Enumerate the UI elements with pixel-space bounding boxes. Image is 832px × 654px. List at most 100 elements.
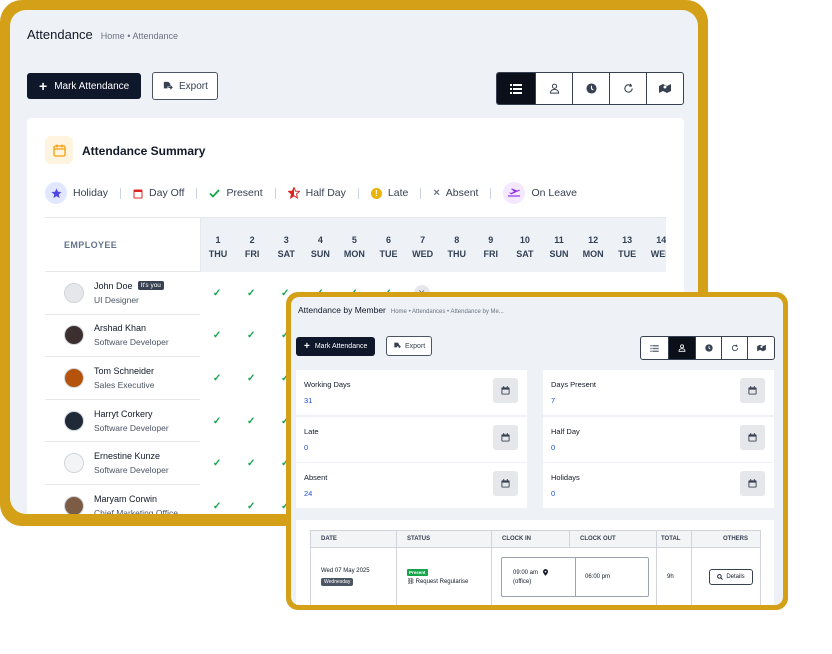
- plus-icon: +: [39, 78, 48, 94]
- clock-view-button[interactable]: [695, 337, 721, 359]
- employee-row[interactable]: Arshad Khan Software Developer: [45, 315, 200, 358]
- day-header: 7 WED: [406, 218, 440, 272]
- employee-name[interactable]: Arshad Khan: [94, 323, 146, 333]
- divider: [274, 187, 276, 199]
- calendar-icon: [740, 471, 765, 496]
- employee-row[interactable]: John Doe It's you UI Designer: [45, 272, 200, 315]
- others-cell: Details: [692, 548, 760, 605]
- present-check-icon[interactable]: ✓: [234, 501, 268, 512]
- history-view-button[interactable]: [721, 337, 747, 359]
- map-icon: [659, 84, 671, 93]
- employee-name[interactable]: Ernestine Kunze: [94, 451, 160, 461]
- employee-role: Software Developer: [94, 422, 169, 433]
- day-number: 4: [317, 235, 323, 245]
- weekday-badge: Wednesday: [321, 578, 354, 586]
- front-export-button[interactable]: Export: [386, 336, 433, 356]
- day-weekday: MON: [582, 249, 604, 259]
- present-check-icon[interactable]: ✓: [200, 416, 234, 427]
- clock-in-box: 09:00 am (office): [502, 558, 576, 596]
- clock-view-button[interactable]: [572, 73, 609, 104]
- day-weekday: TUE: [618, 249, 637, 259]
- employee-role: Sales Executive: [94, 379, 155, 390]
- refresh-icon: [731, 344, 738, 352]
- legend: Holiday Day Off Present Half Day ! Late: [45, 182, 577, 204]
- clock-out-box: 06:00 pm: [576, 558, 610, 596]
- legend-day-off: Day Off: [133, 187, 184, 199]
- divider: [420, 187, 422, 199]
- day-number: 5: [351, 235, 357, 245]
- present-check-icon[interactable]: ✓: [200, 288, 234, 299]
- list-view-button[interactable]: [497, 73, 535, 104]
- employee-info: John Doe It's you UI Designer: [94, 281, 164, 305]
- clock-box: 09:00 am (office) 06:00 pm: [501, 557, 649, 597]
- calendar-icon: [740, 378, 765, 403]
- day-header: 2 FRI: [235, 218, 269, 272]
- member-view-button[interactable]: [668, 337, 695, 359]
- history-view-button[interactable]: [609, 73, 646, 104]
- employee-name[interactable]: Harryt Corkery: [94, 409, 153, 419]
- export-button[interactable]: Export: [152, 72, 218, 100]
- present-check-icon[interactable]: ✓: [200, 458, 234, 469]
- plane-icon: [503, 182, 526, 204]
- status-cell: Present ⛓ Request Regularise: [397, 548, 492, 605]
- employee-row[interactable]: Ernestine Kunze Software Developer: [45, 442, 200, 485]
- employee-row[interactable]: Harryt Corkery Software Developer: [45, 400, 200, 443]
- col-clock-in-header: CLOCK IN: [492, 531, 570, 547]
- front-breadcrumb[interactable]: Home • Attendances • Attendance by Me...: [391, 309, 504, 315]
- map-view-button[interactable]: [747, 337, 774, 359]
- export-label: Export: [179, 80, 208, 92]
- employee-row[interactable]: Tom Schneider Sales Executive: [45, 357, 200, 400]
- request-regularise-link[interactable]: ⛓ Request Regularise: [407, 578, 469, 586]
- front-mark-attendance-button[interactable]: + Mark Attendance: [296, 337, 376, 356]
- present-check-icon[interactable]: ✓: [234, 330, 268, 341]
- avatar: [64, 410, 84, 431]
- front-view-switcher: [640, 336, 775, 360]
- day-number: 14: [656, 235, 666, 245]
- legend-label: Late: [387, 187, 409, 199]
- member-view-button[interactable]: [535, 73, 572, 104]
- present-check-icon[interactable]: ✓: [234, 373, 268, 384]
- present-check-icon[interactable]: ✓: [234, 416, 268, 427]
- day-weekday: THU: [447, 249, 466, 259]
- day-weekday: FRI: [244, 249, 260, 259]
- employee-name[interactable]: John Doe: [94, 281, 133, 291]
- user-icon: [549, 83, 559, 94]
- list-icon: [650, 344, 659, 352]
- present-check-icon[interactable]: ✓: [200, 330, 234, 341]
- stat-card: Late 0: [296, 416, 527, 462]
- details-button[interactable]: Details: [709, 569, 753, 585]
- stat-label: Working Days: [304, 380, 351, 389]
- attendance-by-member-window: Attendance by Member Home • Attendances …: [291, 297, 783, 605]
- search-icon: [717, 574, 724, 580]
- regularise-label: Request Regularise: [415, 578, 469, 585]
- day-header: 10 SAT: [508, 218, 542, 272]
- present-check-icon[interactable]: ✓: [200, 373, 234, 384]
- day-weekday: WED: [650, 249, 666, 259]
- present-check-icon[interactable]: ✓: [234, 288, 268, 299]
- day-number: 7: [420, 235, 426, 245]
- day-weekday: WED: [412, 249, 434, 259]
- employee-name[interactable]: Tom Schneider: [94, 366, 154, 376]
- list-view-button[interactable]: [641, 337, 668, 359]
- attendance-detail-table: DATE STATUS CLOCK IN CLOCK OUT TOTAL OTH…: [310, 530, 761, 605]
- day-number: 1: [215, 235, 221, 245]
- present-check-icon[interactable]: ✓: [200, 501, 234, 512]
- table-row: Wed 07 May 2025 Wednesday Present ⛓ Requ…: [311, 548, 760, 605]
- employee-name[interactable]: Maryam Corwin: [94, 494, 157, 504]
- breadcrumb[interactable]: Home • Attendance: [101, 31, 178, 41]
- day-number: 11: [554, 235, 564, 245]
- employee-info: Maryam Corwin Chief Marketing Office: [94, 494, 178, 514]
- stat-card: Half Day 0: [543, 416, 774, 462]
- map-view-button[interactable]: [646, 73, 683, 104]
- col-date-header: DATE: [311, 531, 397, 547]
- employee-row[interactable]: Maryam Corwin Chief Marketing Office: [45, 485, 200, 514]
- day-number: 9: [488, 235, 494, 245]
- mark-attendance-button[interactable]: + Mark Attendance: [27, 73, 142, 99]
- page-title: Attendance: [27, 27, 93, 42]
- present-check-icon[interactable]: ✓: [234, 458, 268, 469]
- stat-value: 0: [304, 442, 309, 452]
- day-number: 12: [588, 235, 599, 245]
- clock-in-location: (office): [513, 579, 532, 585]
- half-star-icon: [287, 187, 300, 199]
- employee-name-line: Tom Schneider: [94, 366, 154, 376]
